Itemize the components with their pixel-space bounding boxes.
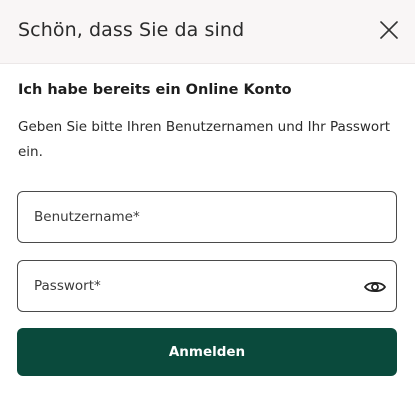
password-field-wrapper	[17, 260, 397, 312]
username-field[interactable]	[18, 192, 396, 242]
eye-icon[interactable]	[362, 274, 388, 300]
login-heading: Ich habe bereits ein Online Konto	[18, 82, 292, 98]
login-dialog: Schön, dass Sie da sind Ich habe bereits…	[0, 0, 415, 393]
login-button[interactable]: Anmelden	[17, 328, 397, 376]
dialog-header: Schön, dass Sie da sind	[0, 0, 415, 64]
dialog-title: Schön, dass Sie da sind	[18, 19, 245, 41]
login-description: Geben Sie bitte Ihren Benutzernamen und …	[18, 119, 391, 160]
close-icon[interactable]	[375, 16, 403, 44]
password-field[interactable]	[18, 261, 396, 311]
username-field-wrapper	[17, 191, 397, 243]
